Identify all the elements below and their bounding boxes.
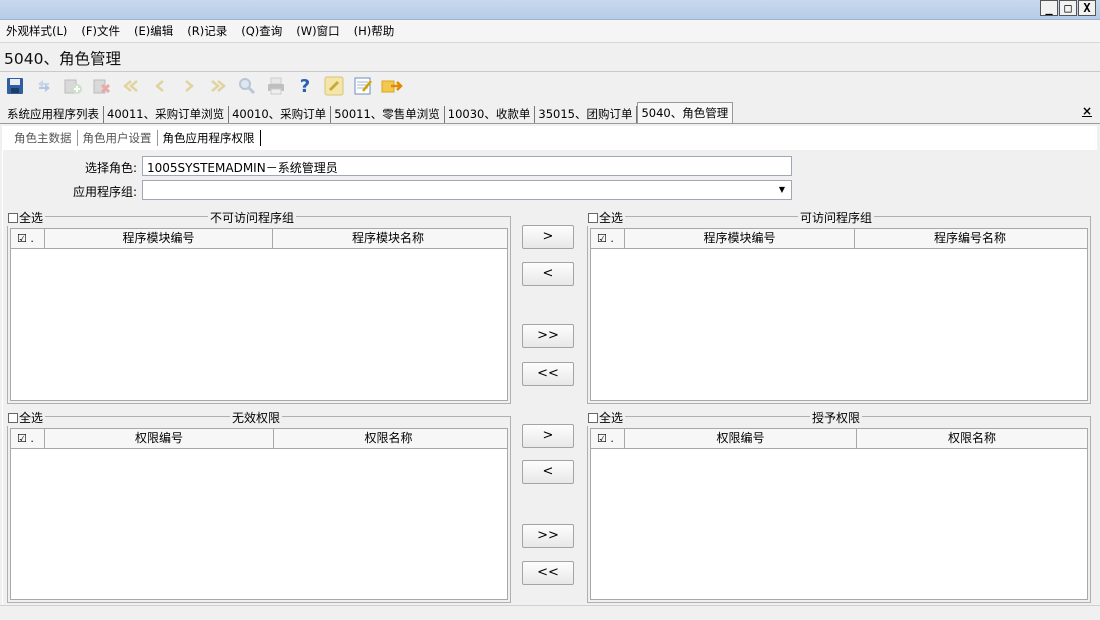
accessible-programs-grid[interactable]: ☑ . 程序模块编号 程序编号名称 <box>590 228 1088 401</box>
grid-header: ☑ . 权限编号 权限名称 <box>591 429 1087 449</box>
menu-file[interactable]: (F)文件 <box>81 23 120 39</box>
group-title: 可访问程序组 <box>798 209 875 226</box>
menu-help[interactable]: (H)帮助 <box>354 23 395 39</box>
save-icon[interactable] <box>4 75 26 97</box>
header-program-name[interactable]: 程序编号名称 <box>855 229 1085 248</box>
select-all-granted[interactable]: 全选 <box>586 409 626 426</box>
move-right-button[interactable]: > <box>522 225 574 249</box>
checkbox-icon[interactable] <box>588 413 598 423</box>
header-permission-name[interactable]: 权限名称 <box>274 429 503 448</box>
granted-permissions-group: 全选 授予权限 ☑ . 权限编号 权限名称 <box>586 409 1091 603</box>
granted-permissions-grid[interactable]: ☑ . 权限编号 权限名称 <box>590 428 1088 600</box>
tab-purchase-order[interactable]: 40010、采购订单 <box>229 106 332 123</box>
select-all-inaccessible[interactable]: 全选 <box>6 209 46 226</box>
header-permission-code[interactable]: 权限编号 <box>625 429 857 448</box>
refresh-icon[interactable] <box>33 75 55 97</box>
group-title: 授予权限 <box>810 409 863 426</box>
inaccessible-programs-grid[interactable]: ☑ . 程序模块编号 程序模块名称 <box>10 228 508 401</box>
grid-header: ☑ . 程序模块编号 程序编号名称 <box>591 229 1087 249</box>
group-title: 无效权限 <box>230 409 283 426</box>
header-check-column[interactable]: ☑ . <box>11 229 45 248</box>
exit-icon[interactable] <box>381 75 403 97</box>
print-icon[interactable] <box>265 75 287 97</box>
group-title: 不可访问程序组 <box>208 209 297 226</box>
header-module-code[interactable]: 程序模块编号 <box>625 229 855 248</box>
help-icon[interactable]: ? <box>294 75 316 97</box>
maximize-button[interactable]: □ <box>1059 0 1077 16</box>
delete-icon[interactable] <box>91 75 113 97</box>
move-all-right-button[interactable]: >> <box>522 324 574 348</box>
chevron-down-icon[interactable]: ▼ <box>775 183 789 197</box>
subtab-role-master[interactable]: 角色主数据 <box>9 130 78 146</box>
tab-receipt[interactable]: 10030、收款单 <box>445 106 536 123</box>
invalid-permissions-grid[interactable]: ☑ . 权限编号 权限名称 <box>10 428 508 600</box>
status-bar <box>0 605 1100 620</box>
menu-window[interactable]: (W)窗口 <box>296 23 339 39</box>
grant-all-permissions-button[interactable]: >> <box>522 524 574 548</box>
tab-role-management[interactable]: 5040、角色管理 <box>637 102 734 123</box>
window-titlebar: _ □ X <box>0 0 1100 20</box>
previous-record-icon[interactable] <box>149 75 171 97</box>
checkbox-icon[interactable] <box>588 213 598 223</box>
select-all-accessible[interactable]: 全选 <box>586 209 626 226</box>
header-check-column[interactable]: ☑ . <box>591 229 625 248</box>
menu-record[interactable]: (R)记录 <box>187 23 227 39</box>
checkbox-icon[interactable] <box>8 413 18 423</box>
move-left-button[interactable]: < <box>522 262 574 286</box>
tab-app-list[interactable]: 系统应用程序列表 <box>4 106 104 123</box>
tab-retail-browse[interactable]: 50011、零售单浏览 <box>331 106 445 123</box>
accessible-programs-group: 全选 可访问程序组 ☑ . 程序模块编号 程序编号名称 <box>586 209 1091 404</box>
divider <box>0 71 1100 72</box>
header-check-column[interactable]: ☑ . <box>591 429 625 448</box>
document-title: 5040、角色管理 <box>4 50 121 68</box>
tab-purchase-order-browse[interactable]: 40011、采购订单浏览 <box>104 106 230 123</box>
menu-bar: 外观样式(L) (F)文件 (E)编辑 (R)记录 (Q)查询 (W)窗口 (H… <box>0 20 1100 43</box>
role-management-panel: 角色主数据 角色用户设置 角色应用程序权限 选择角色: 1005SYSTEMAD… <box>2 124 1098 608</box>
role-value: 1005SYSTEMADMIN－系统管理员 <box>147 161 338 175</box>
subtab-role-users[interactable]: 角色用户设置 <box>78 130 158 146</box>
inaccessible-programs-group: 全选 不可访问程序组 ☑ . 程序模块编号 程序模块名称 <box>6 209 511 404</box>
header-permission-code[interactable]: 权限编号 <box>45 429 274 448</box>
first-record-icon[interactable] <box>120 75 142 97</box>
grid-header: ☑ . 权限编号 权限名称 <box>11 429 507 449</box>
minimize-button[interactable]: _ <box>1040 0 1058 16</box>
grant-permission-button[interactable]: > <box>522 424 574 448</box>
subtab-role-app-permissions[interactable]: 角色应用程序权限 <box>158 130 261 146</box>
menu-query[interactable]: (Q)查询 <box>241 23 282 39</box>
checkbox-icon[interactable] <box>8 213 18 223</box>
revoke-permission-button[interactable]: < <box>522 460 574 484</box>
report-icon[interactable] <box>352 75 374 97</box>
close-window-button[interactable]: X <box>1078 0 1096 16</box>
header-module-code[interactable]: 程序模块编号 <box>45 229 273 248</box>
next-record-icon[interactable] <box>178 75 200 97</box>
window-controls: _ □ X <box>1040 0 1096 16</box>
select-all-invalid[interactable]: 全选 <box>6 409 46 426</box>
last-record-icon[interactable] <box>207 75 229 97</box>
tab-group-order[interactable]: 35015、团购订单 <box>535 106 638 123</box>
role-label: 选择角色: <box>84 161 137 175</box>
header-module-name[interactable]: 程序模块名称 <box>273 229 503 248</box>
header-permission-name[interactable]: 权限名称 <box>857 429 1087 448</box>
search-icon[interactable] <box>236 75 258 97</box>
document-tabs: 系统应用程序列表 40011、采购订单浏览 40010、采购订单 50011、零… <box>0 102 1100 124</box>
close-tab-icon[interactable]: × <box>1082 104 1092 118</box>
invalid-permissions-group: 全选 无效权限 ☑ . 权限编号 权限名称 <box>6 409 511 603</box>
edit-icon[interactable] <box>323 75 345 97</box>
subtab-bar: 角色主数据 角色用户设置 角色应用程序权限 <box>9 128 261 148</box>
menu-appearance[interactable]: 外观样式(L) <box>6 23 67 39</box>
role-field[interactable]: 1005SYSTEMADMIN－系统管理员 <box>142 156 792 176</box>
add-icon[interactable] <box>62 75 84 97</box>
grid-header: ☑ . 程序模块编号 程序模块名称 <box>11 229 507 249</box>
revoke-all-permissions-button[interactable]: << <box>522 561 574 585</box>
header-check-column[interactable]: ☑ . <box>11 429 45 448</box>
menu-edit[interactable]: (E)编辑 <box>134 23 173 39</box>
app-group-select[interactable]: ▼ <box>142 180 792 200</box>
toolbar: ? <box>4 74 403 98</box>
move-all-left-button[interactable]: << <box>522 362 574 386</box>
app-group-label: 应用程序组: <box>72 185 137 199</box>
